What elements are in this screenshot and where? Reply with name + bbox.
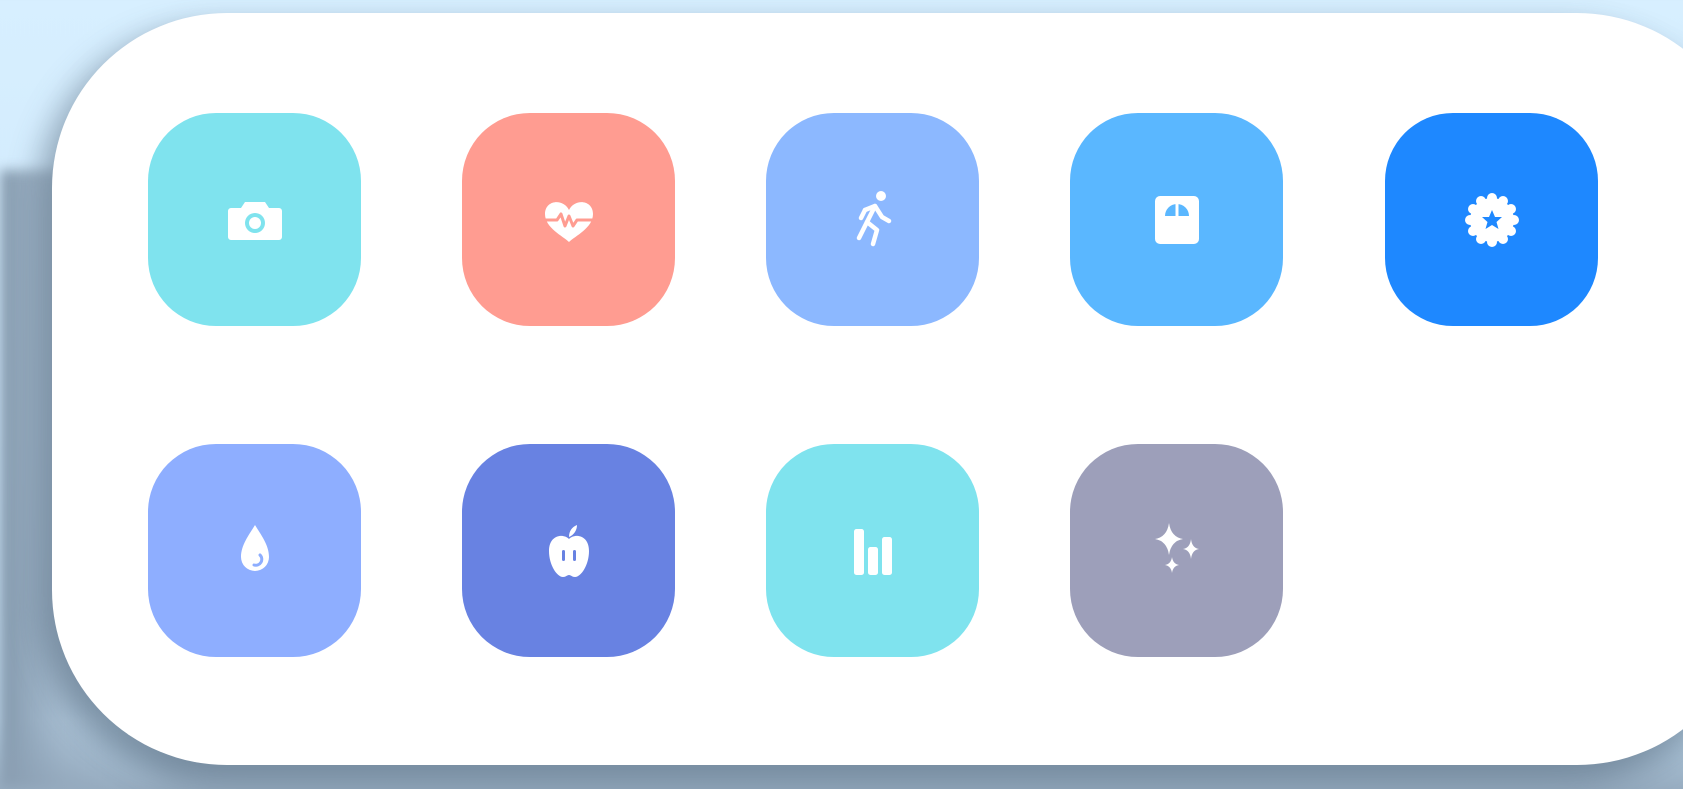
bar-chart-tile[interactable] — [766, 444, 979, 657]
running-tile[interactable] — [766, 113, 979, 326]
app-icon-card — [52, 13, 1683, 765]
sparkles-tile[interactable] — [1070, 444, 1283, 657]
scale-icon — [1154, 195, 1199, 244]
badge-star-tile[interactable] — [1385, 113, 1598, 326]
heart-rate-tile[interactable] — [462, 113, 675, 326]
running-icon — [856, 190, 891, 246]
apple-icon — [548, 524, 589, 577]
camera-icon — [227, 201, 282, 240]
scale-tile[interactable] — [1070, 113, 1283, 326]
heart-rate-icon — [541, 201, 596, 242]
water-drop-icon — [240, 524, 269, 571]
water-drop-tile[interactable] — [148, 444, 361, 657]
sparkles-icon — [1154, 522, 1199, 573]
apple-tile[interactable] — [462, 444, 675, 657]
badge-star-icon — [1464, 192, 1519, 247]
camera-tile[interactable] — [148, 113, 361, 326]
bar-chart-icon — [853, 528, 892, 575]
